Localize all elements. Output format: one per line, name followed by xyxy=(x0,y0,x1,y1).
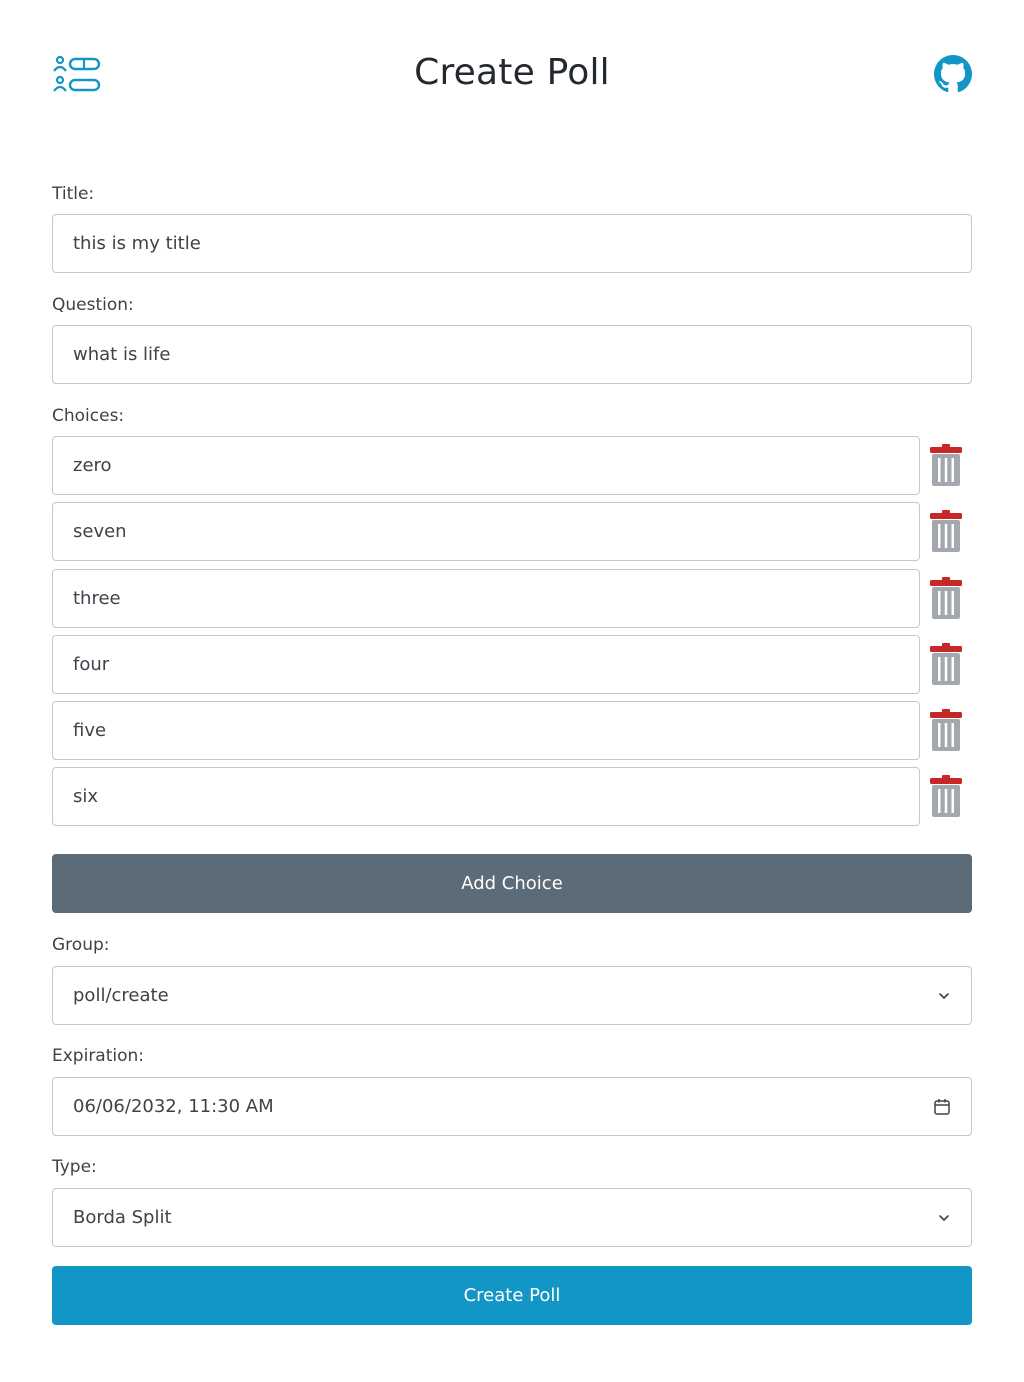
question-label: Question: xyxy=(52,295,134,315)
choice-row: seven xyxy=(52,502,972,561)
choice-value: seven xyxy=(73,521,127,542)
choice-value: four xyxy=(73,654,110,675)
choice-row: zero xyxy=(52,436,972,495)
choices-label: Choices: xyxy=(52,406,125,426)
group-label: Group: xyxy=(52,935,110,955)
type-value: Borda Split xyxy=(73,1207,172,1228)
group-value: poll/create xyxy=(73,985,169,1006)
trash-icon[interactable] xyxy=(928,774,964,818)
choice-input[interactable]: six xyxy=(52,767,920,826)
expiration-value: 06/06/2032, 11:30 AM xyxy=(73,1096,274,1117)
choice-input[interactable]: three xyxy=(52,569,920,628)
expiration-input[interactable]: 06/06/2032, 11:30 AM xyxy=(52,1077,972,1136)
type-label: Type: xyxy=(52,1157,97,1177)
choice-row: three xyxy=(52,569,972,628)
choice-value: five xyxy=(73,720,107,741)
choice-row: five xyxy=(52,701,972,760)
type-select[interactable]: Borda Split xyxy=(52,1188,972,1247)
trash-icon[interactable] xyxy=(928,642,964,686)
page-title: Create Poll xyxy=(414,52,610,93)
trash-icon[interactable] xyxy=(928,443,964,487)
choice-input[interactable]: zero xyxy=(52,436,920,495)
trash-icon[interactable] xyxy=(928,509,964,553)
github-icon[interactable] xyxy=(934,55,972,93)
choice-input[interactable]: five xyxy=(52,701,920,760)
group-select[interactable]: poll/create xyxy=(52,966,972,1025)
choice-value: six xyxy=(73,786,99,807)
trash-icon[interactable] xyxy=(928,576,964,620)
choice-input[interactable]: seven xyxy=(52,502,920,561)
expiration-label: Expiration: xyxy=(52,1046,145,1066)
chevron-down-icon xyxy=(939,1214,949,1221)
question-input[interactable]: what is life xyxy=(52,325,972,384)
choice-value: zero xyxy=(73,455,112,476)
add-choice-button[interactable]: Add Choice xyxy=(52,854,972,913)
title-label: Title: xyxy=(52,184,95,204)
chevron-down-icon xyxy=(939,992,949,999)
page-header: Create Poll xyxy=(0,0,1024,150)
choice-value: three xyxy=(73,588,121,609)
title-input[interactable]: this is my title xyxy=(52,214,972,273)
calendar-icon[interactable] xyxy=(933,1098,951,1116)
create-poll-button[interactable]: Create Poll xyxy=(52,1266,972,1325)
question-value: what is life xyxy=(73,344,171,365)
choice-row: six xyxy=(52,767,972,826)
choice-input[interactable]: four xyxy=(52,635,920,694)
trash-icon[interactable] xyxy=(928,708,964,752)
title-value: this is my title xyxy=(73,233,201,254)
choice-row: four xyxy=(52,635,972,694)
